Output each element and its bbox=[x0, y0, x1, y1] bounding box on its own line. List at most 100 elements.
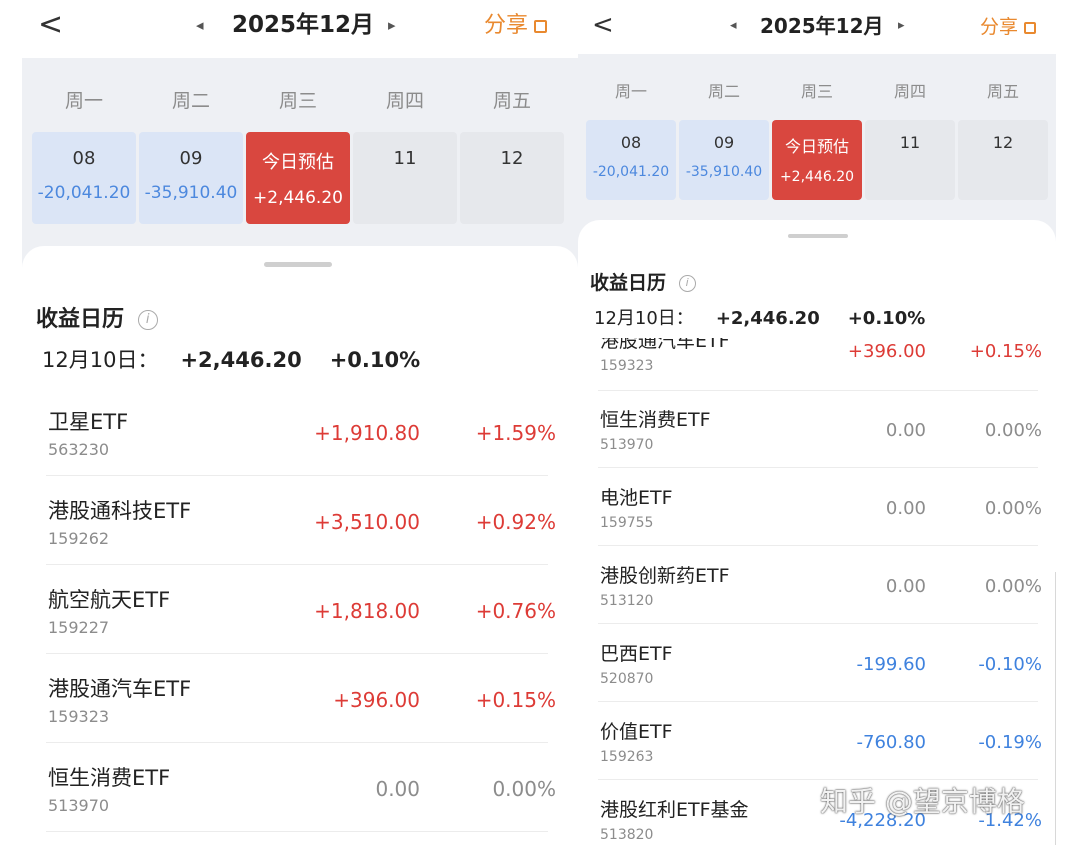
day-profit: -35,910.40 bbox=[144, 183, 238, 203]
top-bar: < ◂ 2025年12月 ▸ 分享 bbox=[0, 0, 578, 54]
fund-percent: +0.92% bbox=[475, 510, 556, 534]
share-icon bbox=[534, 20, 548, 33]
day-profit: +2,446.20 bbox=[779, 169, 855, 185]
day-date: 09 bbox=[179, 148, 203, 169]
summary-percent: +0.10% bbox=[847, 308, 926, 329]
day-date: 12 bbox=[500, 148, 524, 169]
fund-profit: 0.00 bbox=[885, 498, 926, 519]
prev-month-button[interactable]: ◂ bbox=[730, 11, 737, 41]
fund-code: 159227 bbox=[48, 618, 110, 637]
fund-percent: +0.15% bbox=[969, 341, 1042, 362]
back-button[interactable]: < bbox=[38, 10, 63, 40]
weekday-label: 周五 bbox=[492, 90, 531, 112]
fund-profit: 0.00 bbox=[375, 777, 420, 801]
left-screenshot-panel: < ◂ 2025年12月 ▸ 分享 周一 周二 周三 周四 周五 08 -20,… bbox=[0, 0, 578, 845]
fund-row[interactable]: 航空航天ETF 159227 +1,818.00 +0.76% bbox=[46, 572, 556, 654]
section-title-text: 收益日历 bbox=[590, 272, 667, 294]
day-profit: +2,446.20 bbox=[253, 188, 343, 208]
fund-name: 电池ETF bbox=[600, 487, 673, 509]
day-cell[interactable]: 11 bbox=[865, 120, 955, 200]
section-title: 收益日历 i bbox=[36, 301, 158, 333]
fund-percent: 0.00% bbox=[984, 420, 1042, 441]
fund-profit: -199.60 bbox=[856, 654, 926, 675]
summary-amount: +2,446.20 bbox=[180, 348, 302, 372]
weekday-label: 周一 bbox=[64, 90, 103, 112]
fund-code: 159323 bbox=[600, 358, 654, 374]
fund-name: 港股红利ETF基金 bbox=[600, 799, 749, 821]
share-label: 分享 bbox=[980, 16, 1019, 38]
next-month-button[interactable]: ▸ bbox=[898, 11, 905, 41]
share-label: 分享 bbox=[484, 13, 529, 38]
summary-date: 12月10日： bbox=[42, 348, 159, 372]
summary-date: 12月10日： bbox=[594, 308, 694, 329]
fund-row[interactable]: 巴西ETF 520870 -199.60 -0.10% bbox=[598, 625, 1042, 702]
day-cell[interactable]: 09 -35,910.40 bbox=[679, 120, 769, 200]
day-date: 12 bbox=[992, 133, 1014, 152]
daily-summary: 12月10日： +2,446.20 +0.10% bbox=[42, 344, 420, 374]
fund-code: 159755 bbox=[600, 515, 654, 531]
prev-month-button[interactable]: ◂ bbox=[196, 10, 204, 40]
fund-row[interactable]: 港股通汽车ETF 159323 +396.00 +0.15% bbox=[598, 338, 1042, 391]
fund-row[interactable]: 港股通科技ETF 159262 +3,510.00 +0.92% bbox=[46, 483, 556, 565]
fund-code: 520870 bbox=[600, 671, 654, 687]
day-cell-today[interactable]: 今日预估 +2,446.20 bbox=[772, 120, 862, 200]
summary-amount: +2,446.20 bbox=[715, 308, 820, 329]
summary-percent: +0.10% bbox=[329, 348, 421, 372]
day-profit: -20,041.20 bbox=[592, 164, 670, 180]
fund-row[interactable]: 港股通汽车ETF 159323 +396.00 +0.15% bbox=[46, 661, 556, 743]
fund-code: 563230 bbox=[48, 440, 110, 459]
fund-code: 513970 bbox=[48, 796, 110, 815]
day-date: 08 bbox=[620, 133, 642, 152]
day-date: 09 bbox=[713, 133, 735, 152]
day-cell[interactable]: 12 bbox=[958, 120, 1048, 200]
info-icon[interactable]: i bbox=[137, 310, 158, 330]
back-button[interactable]: < bbox=[592, 10, 614, 40]
fund-row[interactable]: 港股创新药ETF 513120 0.00 0.00% bbox=[598, 547, 1042, 624]
day-cell[interactable]: 08 -20,041.20 bbox=[586, 120, 676, 200]
fund-row[interactable]: 恒生消费ETF 513970 0.00 0.00% bbox=[46, 750, 556, 832]
info-icon[interactable]: i bbox=[678, 275, 696, 292]
weekday-label: 周五 bbox=[986, 82, 1019, 101]
day-date: 今日预估 bbox=[262, 152, 334, 173]
weekday-label: 周三 bbox=[278, 90, 317, 112]
fund-name: 港股通科技ETF bbox=[48, 499, 192, 523]
fund-name: 港股通汽车ETF bbox=[600, 338, 730, 352]
fund-row[interactable]: 恒生消费ETF 513970 0.00 0.00% bbox=[598, 391, 1042, 468]
share-button[interactable]: 分享 bbox=[484, 11, 548, 41]
fund-name: 恒生消费ETF bbox=[48, 766, 171, 790]
drag-handle[interactable] bbox=[788, 234, 848, 238]
share-button[interactable]: 分享 bbox=[980, 12, 1037, 42]
weekday-label: 周三 bbox=[800, 82, 833, 101]
day-cell[interactable]: 12 bbox=[460, 132, 564, 224]
day-date: 08 bbox=[72, 148, 96, 169]
fund-profit: +3,510.00 bbox=[314, 510, 420, 534]
month-title: 2025年12月 bbox=[232, 12, 375, 38]
fund-code: 513120 bbox=[600, 593, 654, 609]
day-profit: -35,910.40 bbox=[685, 164, 763, 180]
fund-row[interactable]: 电池ETF 159755 0.00 0.00% bbox=[598, 469, 1042, 546]
fund-row[interactable]: 价值ETF 159263 -760.80 -0.19% bbox=[598, 703, 1042, 780]
fund-profit: 0.00 bbox=[885, 420, 926, 441]
fund-name: 港股创新药ETF bbox=[600, 565, 730, 587]
weekday-label: 周四 bbox=[385, 90, 424, 112]
day-cell[interactable]: 11 bbox=[353, 132, 457, 224]
weekday-label: 周二 bbox=[707, 82, 740, 101]
weekday-label: 周四 bbox=[893, 82, 926, 101]
fund-percent: +1.59% bbox=[475, 421, 556, 445]
section-title-text: 收益日历 bbox=[36, 307, 125, 332]
right-screenshot-panel: < ◂ 2025年12月 ▸ 分享 周一 周二 周三 周四 周五 08 -20,… bbox=[578, 0, 1080, 845]
day-cell[interactable]: 09 -35,910.40 bbox=[139, 132, 243, 224]
fund-percent: +0.15% bbox=[475, 688, 556, 712]
next-month-button[interactable]: ▸ bbox=[388, 10, 396, 40]
day-profit: -20,041.20 bbox=[37, 183, 131, 203]
fund-row[interactable]: 卫星ETF 563230 +1,910.80 +1.59% bbox=[46, 394, 556, 476]
drag-handle[interactable] bbox=[264, 262, 332, 267]
fund-name: 卫星ETF bbox=[48, 410, 129, 434]
day-cell[interactable]: 08 -20,041.20 bbox=[32, 132, 136, 224]
fund-percent: -0.10% bbox=[978, 654, 1042, 675]
week-strip: 周一 周二 周三 周四 周五 08 -20,041.20 09 -35,910.… bbox=[22, 58, 578, 273]
fund-code: 159262 bbox=[48, 529, 110, 548]
fund-profit: -760.80 bbox=[856, 732, 926, 753]
day-cell-today[interactable]: 今日预估 +2,446.20 bbox=[246, 132, 350, 224]
fund-list[interactable]: 港股通汽车ETF 159323 +396.00 +0.15% 恒生消费ETF 5… bbox=[578, 338, 1056, 845]
